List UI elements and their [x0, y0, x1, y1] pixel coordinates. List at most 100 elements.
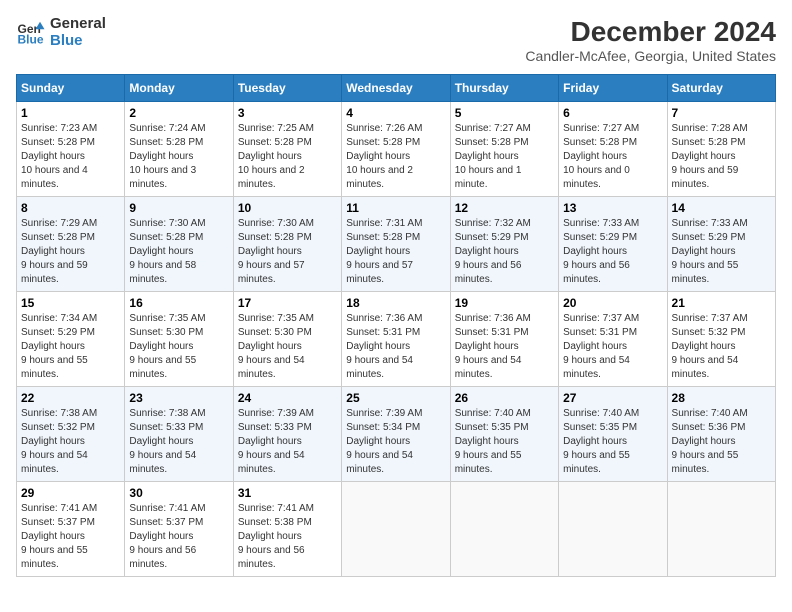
day-info: Sunrise: 7:41 AM Sunset: 5:38 PM Dayligh… [238, 502, 337, 572]
day-info: Sunrise: 7:31 AM Sunset: 5:28 PM Dayligh… [346, 217, 445, 287]
col-thursday: Thursday [450, 75, 558, 102]
table-row: 28 Sunrise: 7:40 AM Sunset: 5:36 PM Dayl… [667, 387, 775, 482]
day-info: Sunrise: 7:23 AM Sunset: 5:28 PM Dayligh… [21, 122, 120, 192]
day-info: Sunrise: 7:40 AM Sunset: 5:35 PM Dayligh… [563, 407, 662, 477]
table-row: 9 Sunrise: 7:30 AM Sunset: 5:28 PM Dayli… [125, 197, 233, 292]
day-info: Sunrise: 7:41 AM Sunset: 5:37 PM Dayligh… [21, 502, 120, 572]
day-number: 30 [129, 486, 228, 500]
col-friday: Friday [559, 75, 667, 102]
table-row: 7 Sunrise: 7:28 AM Sunset: 5:28 PM Dayli… [667, 102, 775, 197]
day-number: 23 [129, 391, 228, 405]
table-row: 11 Sunrise: 7:31 AM Sunset: 5:28 PM Dayl… [342, 197, 450, 292]
calendar-week-2: 8 Sunrise: 7:29 AM Sunset: 5:28 PM Dayli… [17, 197, 776, 292]
calendar-week-5: 29 Sunrise: 7:41 AM Sunset: 5:37 PM Dayl… [17, 482, 776, 577]
day-info: Sunrise: 7:36 AM Sunset: 5:31 PM Dayligh… [455, 312, 554, 382]
day-info: Sunrise: 7:30 AM Sunset: 5:28 PM Dayligh… [238, 217, 337, 287]
day-info: Sunrise: 7:37 AM Sunset: 5:31 PM Dayligh… [563, 312, 662, 382]
calendar-table: Sunday Monday Tuesday Wednesday Thursday… [16, 74, 776, 577]
col-saturday: Saturday [667, 75, 775, 102]
day-number: 10 [238, 201, 337, 215]
table-row: 30 Sunrise: 7:41 AM Sunset: 5:37 PM Dayl… [125, 482, 233, 577]
day-info: Sunrise: 7:34 AM Sunset: 5:29 PM Dayligh… [21, 312, 120, 382]
table-row: 17 Sunrise: 7:35 AM Sunset: 5:30 PM Dayl… [233, 292, 341, 387]
table-row: 3 Sunrise: 7:25 AM Sunset: 5:28 PM Dayli… [233, 102, 341, 197]
day-number: 17 [238, 296, 337, 310]
logo-line2: Blue [50, 33, 106, 50]
day-info: Sunrise: 7:25 AM Sunset: 5:28 PM Dayligh… [238, 122, 337, 192]
table-row: 21 Sunrise: 7:37 AM Sunset: 5:32 PM Dayl… [667, 292, 775, 387]
day-info: Sunrise: 7:30 AM Sunset: 5:28 PM Dayligh… [129, 217, 228, 287]
day-number: 13 [563, 201, 662, 215]
day-number: 27 [563, 391, 662, 405]
calendar-body: 1 Sunrise: 7:23 AM Sunset: 5:28 PM Dayli… [17, 102, 776, 577]
table-row: 5 Sunrise: 7:27 AM Sunset: 5:28 PM Dayli… [450, 102, 558, 197]
table-row: 8 Sunrise: 7:29 AM Sunset: 5:28 PM Dayli… [17, 197, 125, 292]
day-number: 25 [346, 391, 445, 405]
day-info: Sunrise: 7:33 AM Sunset: 5:29 PM Dayligh… [672, 217, 771, 287]
table-row: 12 Sunrise: 7:32 AM Sunset: 5:29 PM Dayl… [450, 197, 558, 292]
day-number: 29 [21, 486, 120, 500]
table-row [559, 482, 667, 577]
day-info: Sunrise: 7:39 AM Sunset: 5:33 PM Dayligh… [238, 407, 337, 477]
table-row: 6 Sunrise: 7:27 AM Sunset: 5:28 PM Dayli… [559, 102, 667, 197]
table-row: 14 Sunrise: 7:33 AM Sunset: 5:29 PM Dayl… [667, 197, 775, 292]
calendar-week-4: 22 Sunrise: 7:38 AM Sunset: 5:32 PM Dayl… [17, 387, 776, 482]
day-info: Sunrise: 7:24 AM Sunset: 5:28 PM Dayligh… [129, 122, 228, 192]
col-tuesday: Tuesday [233, 75, 341, 102]
day-number: 8 [21, 201, 120, 215]
day-info: Sunrise: 7:36 AM Sunset: 5:31 PM Dayligh… [346, 312, 445, 382]
svg-text:Blue: Blue [18, 32, 44, 46]
days-of-week-row: Sunday Monday Tuesday Wednesday Thursday… [17, 75, 776, 102]
col-sunday: Sunday [17, 75, 125, 102]
table-row: 13 Sunrise: 7:33 AM Sunset: 5:29 PM Dayl… [559, 197, 667, 292]
day-number: 20 [563, 296, 662, 310]
day-info: Sunrise: 7:33 AM Sunset: 5:29 PM Dayligh… [563, 217, 662, 287]
day-number: 31 [238, 486, 337, 500]
title-block: December 2024 Candler-McAfee, Georgia, U… [525, 16, 776, 64]
day-info: Sunrise: 7:32 AM Sunset: 5:29 PM Dayligh… [455, 217, 554, 287]
day-number: 1 [21, 106, 120, 120]
day-number: 7 [672, 106, 771, 120]
table-row: 2 Sunrise: 7:24 AM Sunset: 5:28 PM Dayli… [125, 102, 233, 197]
table-row: 16 Sunrise: 7:35 AM Sunset: 5:30 PM Dayl… [125, 292, 233, 387]
table-row: 4 Sunrise: 7:26 AM Sunset: 5:28 PM Dayli… [342, 102, 450, 197]
calendar-week-3: 15 Sunrise: 7:34 AM Sunset: 5:29 PM Dayl… [17, 292, 776, 387]
table-row: 19 Sunrise: 7:36 AM Sunset: 5:31 PM Dayl… [450, 292, 558, 387]
day-info: Sunrise: 7:41 AM Sunset: 5:37 PM Dayligh… [129, 502, 228, 572]
page-title: December 2024 [525, 16, 776, 48]
page-subtitle: Candler-McAfee, Georgia, United States [525, 48, 776, 64]
day-number: 19 [455, 296, 554, 310]
logo-text: General Blue [50, 16, 106, 49]
day-number: 14 [672, 201, 771, 215]
day-info: Sunrise: 7:40 AM Sunset: 5:36 PM Dayligh… [672, 407, 771, 477]
day-number: 22 [21, 391, 120, 405]
table-row: 15 Sunrise: 7:34 AM Sunset: 5:29 PM Dayl… [17, 292, 125, 387]
day-number: 3 [238, 106, 337, 120]
table-row [342, 482, 450, 577]
day-info: Sunrise: 7:38 AM Sunset: 5:32 PM Dayligh… [21, 407, 120, 477]
table-row: 24 Sunrise: 7:39 AM Sunset: 5:33 PM Dayl… [233, 387, 341, 482]
table-row: 10 Sunrise: 7:30 AM Sunset: 5:28 PM Dayl… [233, 197, 341, 292]
table-row: 23 Sunrise: 7:38 AM Sunset: 5:33 PM Dayl… [125, 387, 233, 482]
day-number: 18 [346, 296, 445, 310]
table-row: 18 Sunrise: 7:36 AM Sunset: 5:31 PM Dayl… [342, 292, 450, 387]
table-row: 22 Sunrise: 7:38 AM Sunset: 5:32 PM Dayl… [17, 387, 125, 482]
day-info: Sunrise: 7:35 AM Sunset: 5:30 PM Dayligh… [129, 312, 228, 382]
logo-icon: Gen Blue [16, 18, 46, 48]
day-number: 28 [672, 391, 771, 405]
day-info: Sunrise: 7:39 AM Sunset: 5:34 PM Dayligh… [346, 407, 445, 477]
day-number: 11 [346, 201, 445, 215]
day-number: 16 [129, 296, 228, 310]
table-row [667, 482, 775, 577]
day-number: 4 [346, 106, 445, 120]
table-row: 26 Sunrise: 7:40 AM Sunset: 5:35 PM Dayl… [450, 387, 558, 482]
table-row: 25 Sunrise: 7:39 AM Sunset: 5:34 PM Dayl… [342, 387, 450, 482]
day-info: Sunrise: 7:28 AM Sunset: 5:28 PM Dayligh… [672, 122, 771, 192]
day-info: Sunrise: 7:29 AM Sunset: 5:28 PM Dayligh… [21, 217, 120, 287]
day-info: Sunrise: 7:38 AM Sunset: 5:33 PM Dayligh… [129, 407, 228, 477]
col-monday: Monday [125, 75, 233, 102]
day-number: 26 [455, 391, 554, 405]
day-number: 2 [129, 106, 228, 120]
table-row: 20 Sunrise: 7:37 AM Sunset: 5:31 PM Dayl… [559, 292, 667, 387]
calendar-week-1: 1 Sunrise: 7:23 AM Sunset: 5:28 PM Dayli… [17, 102, 776, 197]
